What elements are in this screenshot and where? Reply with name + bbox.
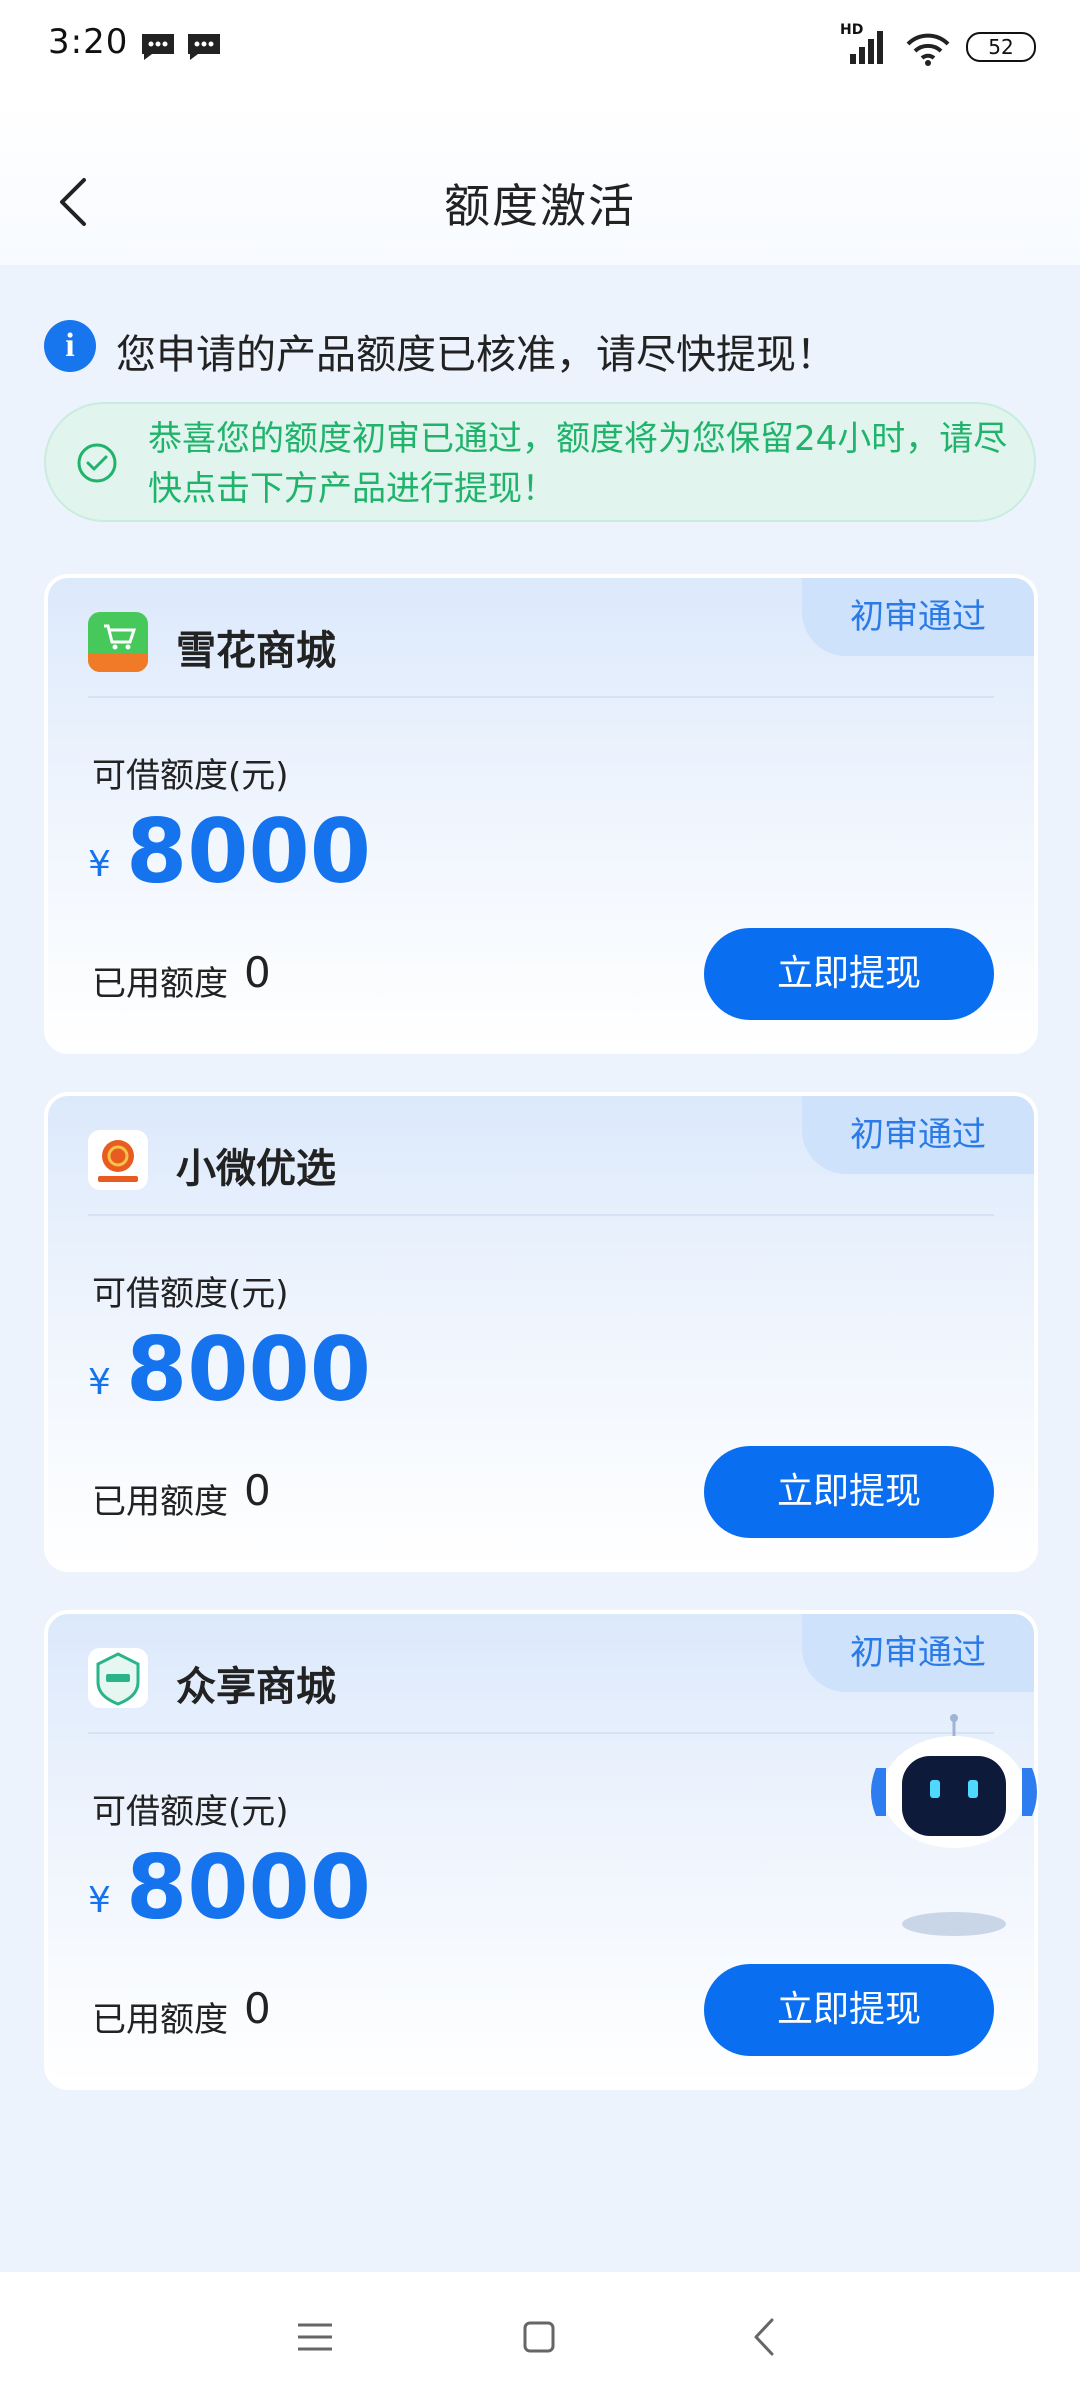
robot-mascot-icon <box>871 1714 1037 1936</box>
divider <box>88 696 994 698</box>
app-name: 众享商城 <box>176 1664 336 1710</box>
status-badge: 初审通过 <box>802 1096 1034 1174</box>
header: 额度激活 <box>0 100 1080 265</box>
success-banner: 恭喜您的额度初审已通过，额度将为您保留24小时，请尽快点击下方产品进行提现！ <box>44 402 1036 522</box>
used-label: 已用额度 <box>92 964 228 1004</box>
home-square-icon[interactable] <box>514 2312 564 2362</box>
app-name: 雪花商城 <box>176 628 336 674</box>
zhongxiang-mall-logo-icon <box>88 1648 148 1708</box>
success-text: 恭喜您的额度初审已通过，额度将为您保留24小时，请尽快点击下方产品进行提现！ <box>148 419 1008 509</box>
product-card: 初审通过 雪花商城 可借额度(元) ¥ 8000 已用额度 0 立即提现 <box>44 574 1038 1054</box>
menu-icon[interactable] <box>290 2312 340 2362</box>
notice-text: 您申请的产品额度已核准，请尽快提现！ <box>116 332 836 378</box>
used-value: 0 <box>244 1984 271 2033</box>
used-label: 已用额度 <box>92 2000 228 2040</box>
limit-amount: 8000 <box>126 800 371 903</box>
page: 3:20 HD 52 额度激活 i 您申请的产品额度已核准，请尽快提现！ 恭喜您… <box>0 0 1080 2400</box>
divider <box>88 1214 994 1216</box>
limit-label: 可借额度(元) <box>92 1274 289 1314</box>
check-circle-icon <box>77 443 117 483</box>
withdraw-button[interactable]: 立即提现 <box>704 928 994 1020</box>
page-title: 额度激活 <box>444 179 636 233</box>
withdraw-button[interactable]: 立即提现 <box>704 1964 994 2056</box>
used-label: 已用额度 <box>92 1482 228 1522</box>
message-icon <box>188 34 220 60</box>
message-icon <box>142 34 174 60</box>
info-icon: i <box>44 320 96 372</box>
xiaowei-logo-icon <box>88 1130 148 1190</box>
status-bar: 3:20 HD 52 <box>0 0 1080 100</box>
currency-symbol: ¥ <box>88 1362 111 1403</box>
nav-back-icon[interactable] <box>740 2312 790 2362</box>
divider <box>88 1732 994 1734</box>
snowflake-mall-logo-icon <box>88 612 148 672</box>
limit-amount: 8000 <box>126 1318 371 1421</box>
battery-indicator: 52 <box>966 32 1036 62</box>
limit-label: 可借额度(元) <box>92 1792 289 1832</box>
currency-symbol: ¥ <box>88 1880 111 1921</box>
used-value: 0 <box>244 1466 271 1515</box>
system-navigation-bar <box>0 2272 1080 2400</box>
status-badge: 初审通过 <box>802 578 1034 656</box>
approval-notice: i 您申请的产品额度已核准，请尽快提现！ <box>44 318 1034 378</box>
used-value: 0 <box>244 948 271 997</box>
withdraw-button[interactable]: 立即提现 <box>704 1446 994 1538</box>
product-card: 初审通过 小微优选 可借额度(元) ¥ 8000 已用额度 0 立即提现 <box>44 1092 1038 1572</box>
app-name: 小微优选 <box>176 1146 336 1192</box>
system-icons: HD 52 <box>840 22 1036 68</box>
signal-icon <box>850 31 883 64</box>
limit-label: 可借额度(元) <box>92 756 289 796</box>
status-badge: 初审通过 <box>802 1614 1034 1692</box>
limit-amount: 8000 <box>126 1836 371 1939</box>
wifi-icon <box>906 33 950 66</box>
status-time: 3:20 <box>48 22 129 62</box>
currency-symbol: ¥ <box>88 844 111 885</box>
